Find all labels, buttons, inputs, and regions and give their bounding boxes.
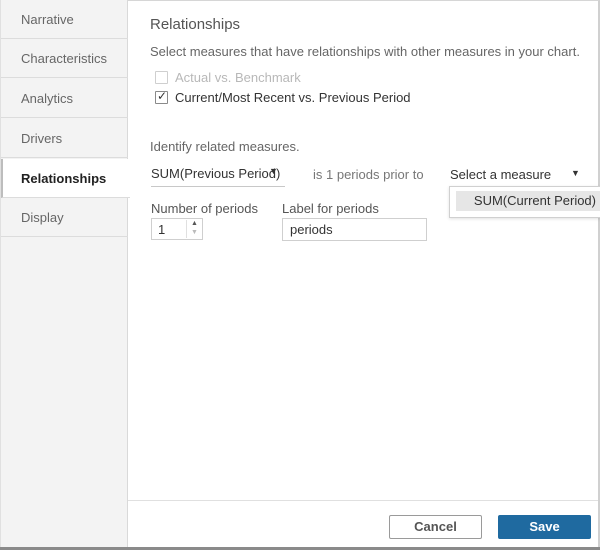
checkbox[interactable]: ✓ bbox=[155, 89, 168, 104]
sidebar-item-characteristics[interactable]: Characteristics bbox=[1, 39, 128, 78]
dialog-footer: Cancel Save bbox=[128, 500, 598, 549]
sidebar: Narrative Characteristics Analytics Driv… bbox=[0, 0, 130, 548]
section-description: Select measures that have relationships … bbox=[150, 44, 580, 59]
sidebar-item-analytics[interactable]: Analytics bbox=[1, 79, 128, 118]
target-measure-select[interactable]: Select a measure ▼ bbox=[450, 167, 580, 182]
label-for-periods-label: Label for periods bbox=[282, 201, 379, 216]
target-measure-dropdown: SUM(Current Period) bbox=[449, 186, 600, 218]
cancel-button[interactable]: Cancel bbox=[389, 515, 482, 539]
save-button[interactable]: Save bbox=[498, 515, 591, 539]
identify-label: Identify related measures. bbox=[150, 139, 300, 154]
number-of-periods-label: Number of periods bbox=[151, 201, 258, 216]
option-current-vs-previous[interactable]: ✓ Current/Most Recent vs. Previous Perio… bbox=[155, 89, 411, 105]
relation-text: is 1 periods prior to bbox=[313, 167, 424, 182]
option-actual-vs-benchmark[interactable]: Actual vs. Benchmark bbox=[155, 70, 301, 85]
source-measure-select[interactable]: SUM(Previous Period) ▼ bbox=[151, 166, 285, 187]
increment-icon[interactable]: ▲ bbox=[191, 220, 198, 227]
checkbox-label: Actual vs. Benchmark bbox=[175, 70, 301, 85]
checkmark-icon: ✓ bbox=[157, 89, 168, 103]
chevron-down-icon: ▼ bbox=[269, 166, 278, 176]
target-measure-placeholder: Select a measure bbox=[450, 167, 552, 182]
stepper-controls: ▲ ▼ bbox=[186, 220, 203, 238]
chevron-down-icon: ▼ bbox=[571, 168, 580, 178]
main-panel: Relationships Select measures that have … bbox=[128, 0, 600, 500]
sidebar-item-drivers[interactable]: Drivers bbox=[1, 119, 128, 158]
section-title: Relationships bbox=[150, 16, 241, 33]
dropdown-option[interactable]: SUM(Current Period) bbox=[456, 191, 600, 211]
sidebar-item-narrative[interactable]: Narrative bbox=[1, 0, 128, 39]
label-for-periods-input[interactable] bbox=[282, 218, 427, 241]
number-of-periods-value: 1 bbox=[158, 222, 166, 237]
checkbox-label: Current/Most Recent vs. Previous Period bbox=[175, 90, 411, 105]
source-measure-value: SUM(Previous Period) bbox=[151, 166, 281, 181]
decrement-icon[interactable]: ▼ bbox=[191, 229, 198, 236]
number-of-periods-stepper[interactable]: 1 ▲ ▼ bbox=[151, 218, 203, 240]
sidebar-item-display[interactable]: Display bbox=[1, 198, 128, 237]
sidebar-item-relationships[interactable]: Relationships bbox=[1, 159, 130, 198]
checkbox[interactable] bbox=[155, 71, 168, 84]
